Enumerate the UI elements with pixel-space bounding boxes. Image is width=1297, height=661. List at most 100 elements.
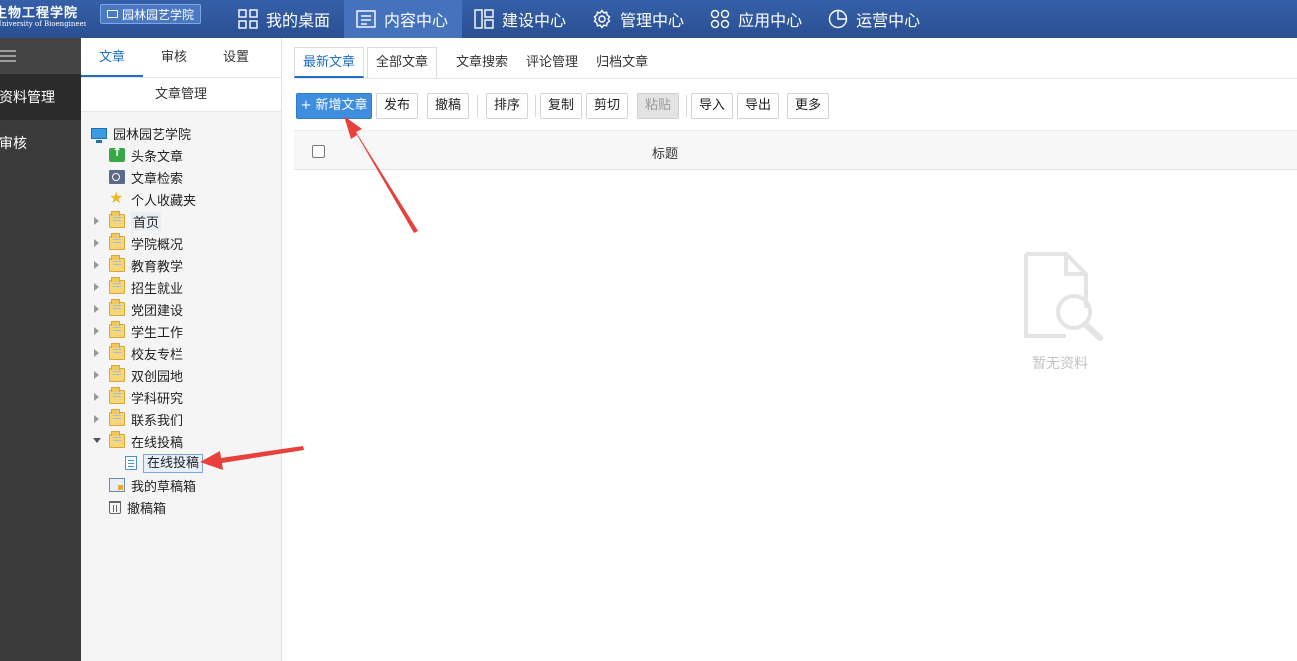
expand-arrow-icon[interactable] <box>94 305 99 313</box>
tree-panel-title: 文章管理 <box>81 78 281 112</box>
tree-node-favorites[interactable]: 个人收藏夹 <box>109 188 196 209</box>
tree-node-site-root[interactable]: 园林园艺学院 <box>91 123 191 143</box>
copy-button[interactable]: 复制 <box>540 93 582 119</box>
tab-articles[interactable]: 文章 <box>81 38 143 77</box>
cut-button[interactable]: 剪切 <box>586 93 628 119</box>
tree-node-label: 头条文章 <box>131 149 184 165</box>
nav-label: 内容中心 <box>384 11 449 30</box>
tree-node-label: 在线投稿 <box>131 435 184 451</box>
expand-arrow-icon[interactable] <box>94 393 99 401</box>
tree-node-contact[interactable]: 联系我们 <box>109 409 183 429</box>
tree-node-admissions[interactable]: 招生就业 <box>109 277 183 297</box>
empty-search-doc-icon <box>1024 252 1103 341</box>
tree-node-online-submission-child[interactable]: 在线投稿 <box>125 453 204 473</box>
trash-icon <box>109 500 121 514</box>
nav-app-center[interactable]: 应用中心 <box>698 0 816 38</box>
tree-node-label: 文章检索 <box>131 171 184 187</box>
top-bar: 生物工程学院 University of Bioengineering 园林园艺… <box>0 0 1297 38</box>
tree-node-label: 联系我们 <box>131 413 184 429</box>
toolbar-divider <box>686 95 687 117</box>
sidebar-item-review[interactable]: 审核 <box>0 120 81 166</box>
tab-settings[interactable]: 设置 <box>205 38 267 77</box>
tree-node-label: 学科研究 <box>131 391 184 407</box>
sidebar-item-label: 资料管理 <box>0 90 55 106</box>
monitor-icon <box>107 10 118 18</box>
expand-arrow-icon[interactable] <box>94 415 99 423</box>
tabs-divider <box>294 78 1297 79</box>
tree-node-label: 双创园地 <box>131 369 184 385</box>
menu-toggle[interactable] <box>0 38 81 74</box>
tree-node-online-submission[interactable]: 在线投稿 <box>109 431 183 451</box>
tree-node-research[interactable]: 学科研究 <box>109 387 183 407</box>
sidebar-item-data-management[interactable]: 资料管理 <box>0 74 81 120</box>
expand-arrow-icon[interactable] <box>94 239 99 247</box>
expand-arrow-icon[interactable] <box>94 217 99 225</box>
tree-node-label: 教育教学 <box>131 259 184 275</box>
tab-review[interactable]: 审核 <box>143 38 205 77</box>
nav-ops-center[interactable]: 运营中心 <box>816 0 934 38</box>
tree-node-headline[interactable]: 头条文章 <box>109 145 183 165</box>
expand-arrow-icon[interactable] <box>94 261 99 269</box>
folder-icon <box>109 343 125 360</box>
more-button[interactable]: 更多 <box>787 93 829 119</box>
tree-panel-tabs: 文章 审核 设置 <box>81 38 281 78</box>
tree-node-article-search[interactable]: 文章检索 <box>109 167 183 187</box>
pie-chart-icon <box>828 9 848 29</box>
layout-icon <box>474 9 494 29</box>
expand-arrow-icon[interactable] <box>94 349 99 357</box>
star-icon <box>109 188 125 207</box>
nav-label: 我的桌面 <box>266 11 331 30</box>
tree-node-party[interactable]: 党团建设 <box>109 299 183 319</box>
folder-icon <box>109 431 125 448</box>
article-tabs: 最新文章 全部文章 文章搜索 评论管理 归档文章 <box>294 47 657 78</box>
tab-comment-management[interactable]: 评论管理 <box>517 47 587 78</box>
tab-archived-articles[interactable]: 归档文章 <box>587 47 657 78</box>
export-button[interactable]: 导出 <box>737 93 779 119</box>
nav-label: 建设中心 <box>502 11 567 30</box>
tab-article-search[interactable]: 文章搜索 <box>447 47 517 78</box>
empty-state-text: 暂无资料 <box>1032 356 1088 372</box>
tree-node-label: 学生工作 <box>131 325 184 341</box>
tree-node-overview[interactable]: 学院概况 <box>109 233 183 253</box>
folder-icon <box>109 387 125 404</box>
publish-button[interactable]: 发布 <box>376 93 418 119</box>
gear-icon <box>593 9 611 29</box>
site-switch-button[interactable]: 园林园艺学院 <box>100 4 202 24</box>
tree-node-student-work[interactable]: 学生工作 <box>109 321 183 341</box>
tree-panel: 文章 审核 设置 文章管理 园林园艺学院 头条文章 文章检索 个人收藏夹 首页 <box>81 38 282 661</box>
import-button[interactable]: 导入 <box>691 93 733 119</box>
tree-node-education[interactable]: 教育教学 <box>109 255 183 275</box>
expand-arrow-icon[interactable] <box>94 327 99 335</box>
folder-icon <box>109 365 125 382</box>
tree-node-alumni[interactable]: 校友专栏 <box>109 343 183 363</box>
folder-icon <box>109 299 125 316</box>
nav-admin-center[interactable]: 管理中心 <box>580 0 698 38</box>
nav-my-desktop[interactable]: 我的桌面 <box>226 0 344 38</box>
add-article-button[interactable]: + 新增文章 <box>296 93 372 119</box>
folder-icon <box>109 233 125 250</box>
nav-content-center[interactable]: 内容中心 <box>344 0 463 38</box>
expand-arrow-icon[interactable] <box>94 283 99 291</box>
tree-node-innovation[interactable]: 双创园地 <box>109 365 183 385</box>
tree-node-label: 招生就业 <box>131 281 184 297</box>
tree-node-drafts[interactable]: 我的草稿箱 <box>109 475 196 495</box>
main-content: 最新文章 全部文章 文章搜索 评论管理 归档文章 + 新增文章 发布 撤稿 排序… <box>282 38 1297 661</box>
collapse-arrow-icon[interactable] <box>93 438 101 443</box>
toolbar-divider <box>477 95 478 117</box>
up-arrow-icon <box>109 145 125 162</box>
tab-all-articles[interactable]: 全部文章 <box>367 47 438 78</box>
search-doc-icon <box>109 170 125 184</box>
tree-node-home[interactable]: 首页 <box>109 211 162 231</box>
folder-icon <box>109 409 125 426</box>
tree-node-withdrawn[interactable]: 撤稿箱 <box>109 497 166 517</box>
nav-build-center[interactable]: 建设中心 <box>462 0 580 38</box>
folder-icon <box>109 321 125 338</box>
withdraw-button[interactable]: 撤稿 <box>427 93 469 119</box>
expand-arrow-icon[interactable] <box>94 371 99 379</box>
grid-header: 标题 <box>294 130 1297 170</box>
document-icon <box>356 10 376 28</box>
select-all-checkbox[interactable] <box>312 145 325 158</box>
sort-button[interactable]: 排序 <box>486 93 528 119</box>
tab-latest-articles[interactable]: 最新文章 <box>294 47 365 78</box>
paste-button[interactable]: 粘贴 <box>637 93 679 119</box>
